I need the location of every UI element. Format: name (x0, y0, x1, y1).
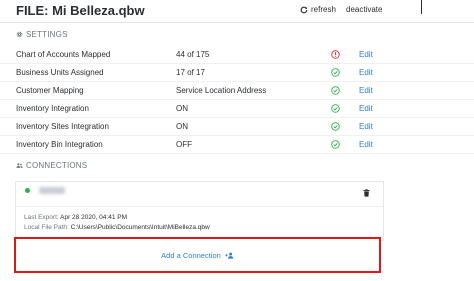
setting-row-inventory-integration: Inventory Integration ON Edit (0, 100, 474, 118)
add-connection-button[interactable]: Add a Connection (16, 239, 379, 271)
setting-row-inventory-sites: Inventory Sites Integration ON Edit (0, 118, 474, 136)
setting-value: 44 of 175 (176, 50, 210, 59)
users-icon (16, 163, 23, 168)
last-export-label: Last Export: (24, 214, 59, 221)
trash-icon[interactable] (363, 189, 370, 197)
add-user-icon (225, 252, 234, 259)
check-circle-icon (331, 122, 340, 131)
file-header: FILE: Mi Belleza.qbw refresh deactivate (0, 0, 474, 23)
local-path-value: C:\Users\Public\Documents\Intuit\MiBelle… (70, 224, 210, 231)
connection-name-redacted (39, 187, 65, 194)
last-export-value: Apr 28 2020, 04:41 PM (60, 214, 127, 221)
setting-value: 17 of 17 (176, 68, 205, 77)
settings-heading-label: SETTINGS (26, 30, 68, 39)
warning-icon (331, 50, 340, 59)
check-circle-icon (331, 68, 340, 77)
setting-row-customer-mapping: Customer Mapping Service Location Addres… (0, 82, 474, 100)
connection-card: Last Export: Apr 28 2020, 04:41 PM Local… (15, 181, 384, 241)
setting-value: ON (176, 104, 188, 113)
gear-icon (16, 31, 23, 38)
edit-link[interactable]: Edit (359, 104, 373, 113)
check-circle-icon (331, 104, 340, 113)
edit-link[interactable]: Edit (359, 68, 373, 77)
setting-row-inventory-bin: Inventory Bin Integration OFF Edit (0, 136, 474, 154)
setting-row-business-units: Business Units Assigned 17 of 17 Edit (0, 64, 474, 82)
setting-label: Inventory Bin Integration (16, 140, 103, 149)
edit-link[interactable]: Edit (359, 140, 373, 149)
connections-heading: CONNECTIONS (16, 161, 87, 170)
last-export-info: Last Export: Apr 28 2020, 04:41 PM (24, 214, 127, 221)
edit-link[interactable]: Edit (359, 122, 373, 131)
refresh-label: refresh (311, 5, 336, 14)
settings-heading: SETTINGS (16, 30, 68, 39)
local-file-path-info: Local File Path: C:\Users\Public\Documen… (24, 224, 210, 231)
setting-label: Inventory Integration (16, 104, 89, 113)
settings-list: Chart of Accounts Mapped 44 of 175 Edit … (0, 46, 474, 154)
local-path-label: Local File Path: (24, 224, 69, 231)
add-connection-highlight: Add a Connection (14, 237, 381, 273)
card-divider (16, 206, 383, 207)
setting-value: ON (176, 122, 188, 131)
connection-status-dot (25, 188, 30, 193)
setting-row-chart-of-accounts: Chart of Accounts Mapped 44 of 175 Edit (0, 46, 474, 64)
setting-value: OFF (176, 140, 192, 149)
check-circle-icon (331, 140, 340, 149)
edit-link[interactable]: Edit (359, 86, 373, 95)
check-circle-icon (331, 86, 340, 95)
setting-value: Service Location Address (176, 86, 267, 95)
refresh-icon (300, 6, 308, 13)
deactivate-button[interactable]: deactivate (346, 5, 382, 14)
panel-edge-divider (421, 0, 422, 14)
setting-label: Chart of Accounts Mapped (16, 50, 111, 59)
refresh-button[interactable]: refresh (300, 5, 336, 14)
edit-link[interactable]: Edit (359, 50, 373, 59)
setting-label: Customer Mapping (16, 86, 84, 95)
setting-label: Business Units Assigned (16, 68, 104, 77)
setting-label: Inventory Sites Integration (16, 122, 109, 131)
connections-heading-label: CONNECTIONS (26, 161, 88, 170)
file-title: FILE: Mi Belleza.qbw (16, 3, 145, 18)
add-connection-label: Add a Connection (161, 250, 221, 260)
